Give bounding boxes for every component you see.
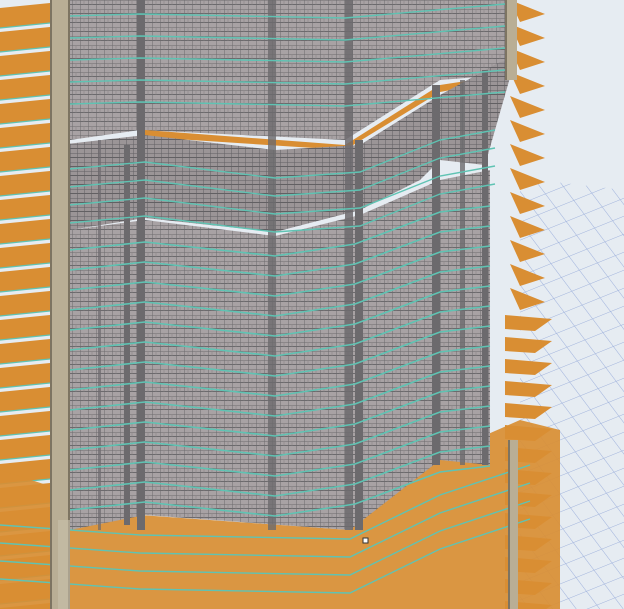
selection-handle[interactable] bbox=[362, 537, 369, 544]
3d-viewport[interactable] bbox=[0, 0, 624, 609]
floor-slab bbox=[510, 96, 545, 118]
floor-slab bbox=[510, 144, 545, 166]
floor-slab bbox=[510, 120, 545, 142]
building-model-3d-view[interactable] bbox=[0, 0, 624, 609]
